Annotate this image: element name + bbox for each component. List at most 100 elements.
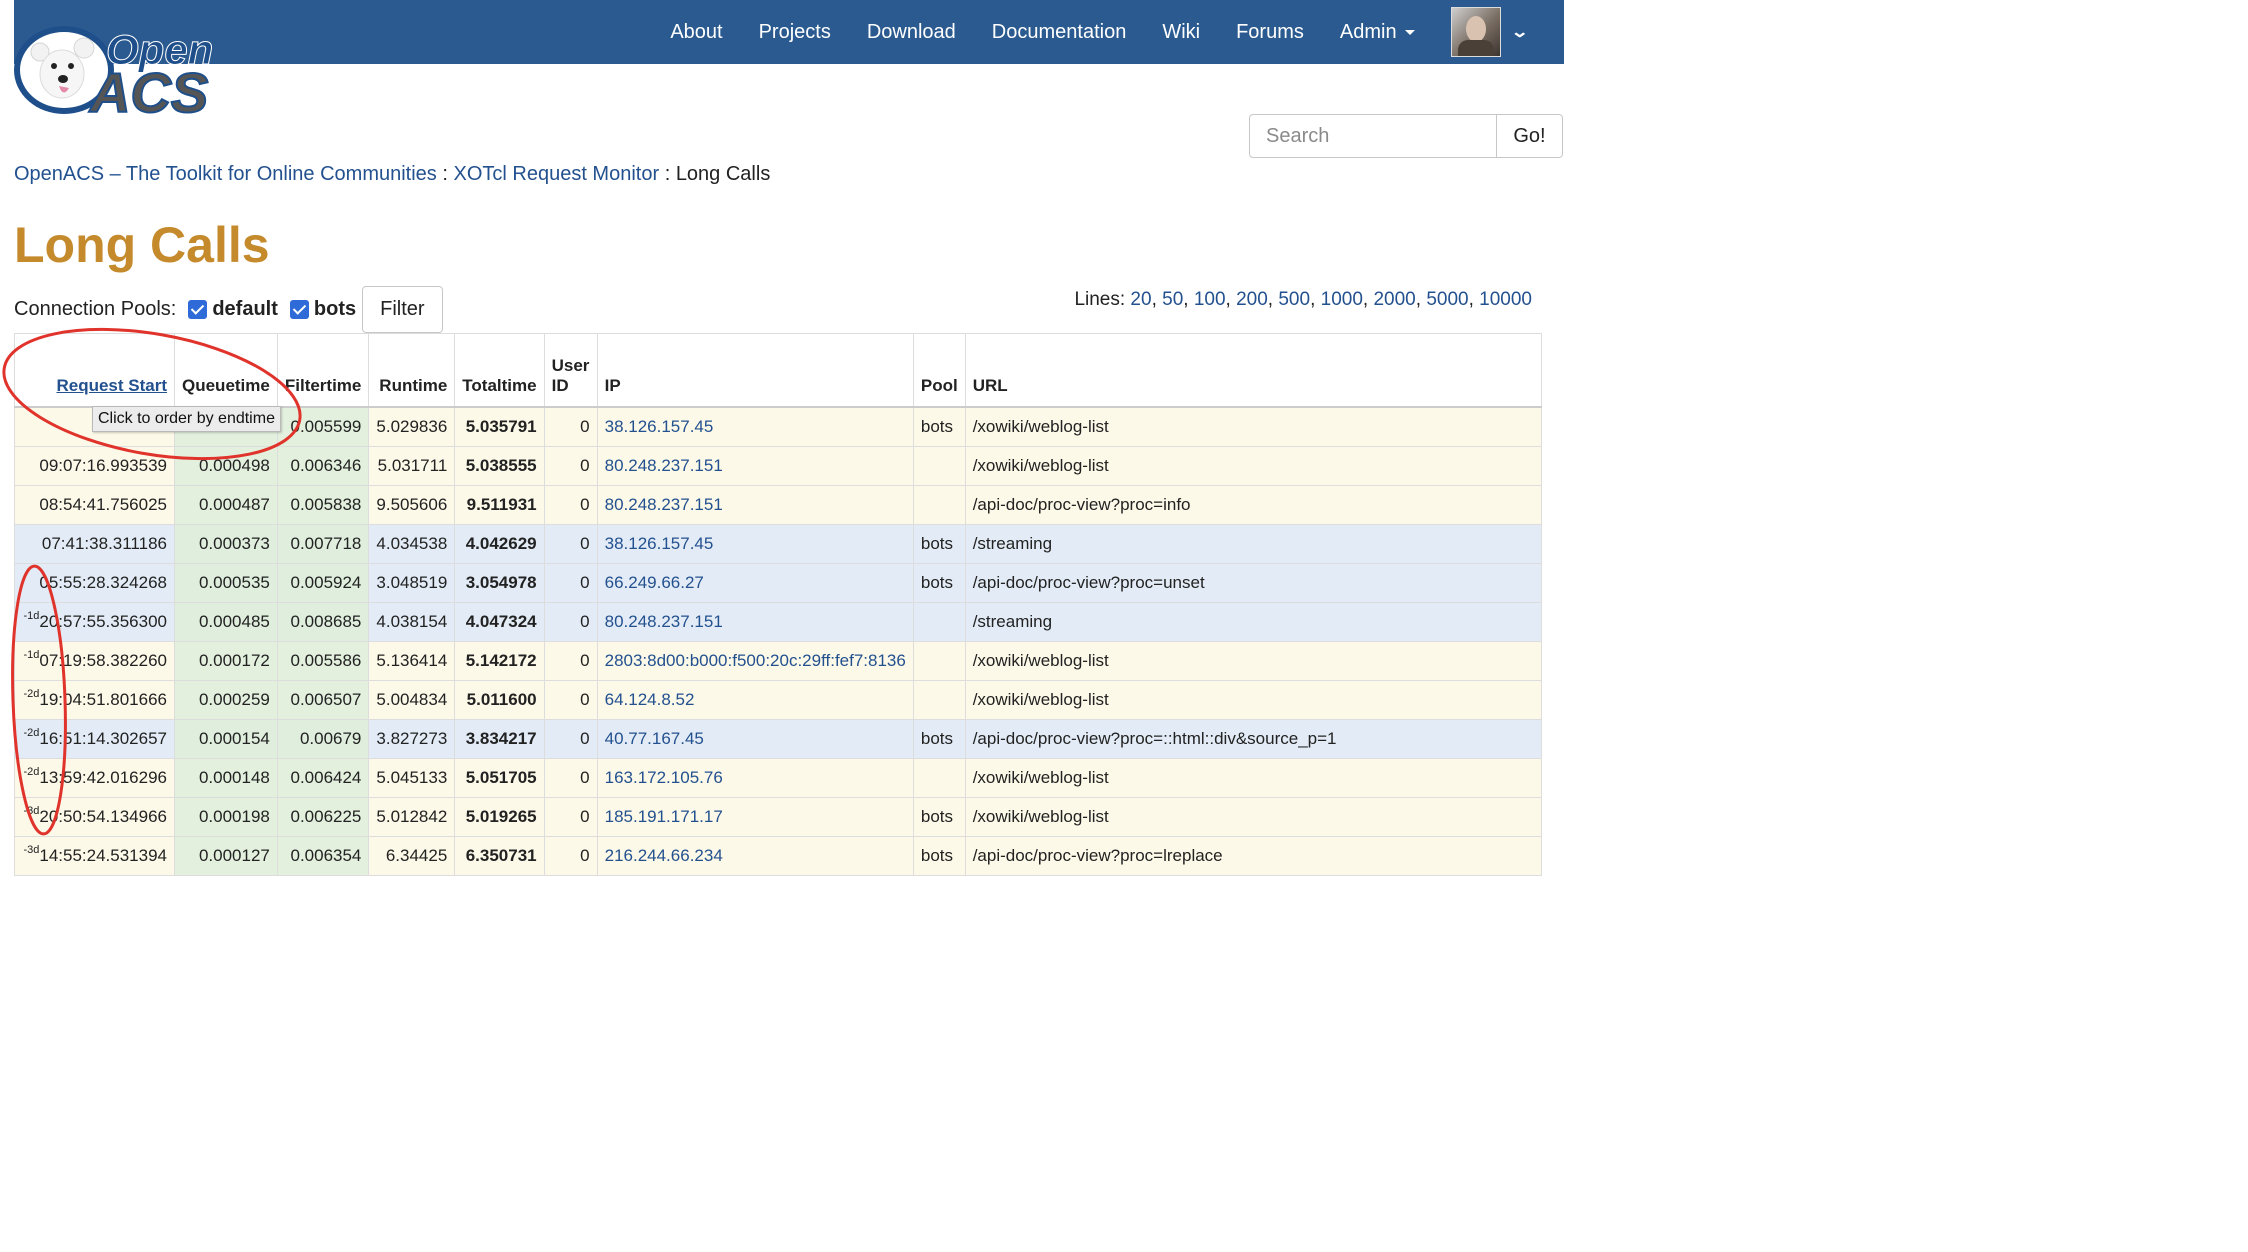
chevron-down-icon[interactable]: ⌄ bbox=[1510, 22, 1529, 42]
cell-queuetime: 0.000373 bbox=[174, 524, 278, 564]
cell-runtime: 5.004834 bbox=[368, 680, 456, 720]
pools-label: Connection Pools: bbox=[14, 297, 177, 320]
cell-filtertime: 0.006354 bbox=[276, 836, 370, 876]
cell-filtertime: 0.006507 bbox=[276, 680, 370, 720]
ip-link[interactable]: 40.77.167.45 bbox=[605, 729, 704, 748]
lines-option[interactable]: 10000 bbox=[1479, 289, 1532, 310]
cell-ip: 216.244.66.234 bbox=[596, 836, 914, 876]
cell-runtime: 9.505606 bbox=[368, 485, 456, 525]
request-start-time: 13:59:42.016296 bbox=[39, 768, 167, 787]
cell-runtime: 5.045133 bbox=[368, 758, 456, 798]
cell-url: /xowiki/weblog-list bbox=[964, 446, 1543, 486]
cell-request-start: -2d16:51:14.302657 bbox=[14, 719, 175, 759]
cell-queuetime: 0.000485 bbox=[174, 602, 278, 642]
cell-ip: 163.172.105.76 bbox=[596, 758, 914, 798]
cell-queuetime: 0.000498 bbox=[174, 446, 278, 486]
default-pool-label: default bbox=[212, 297, 278, 320]
cell-user-id: 0 bbox=[543, 680, 598, 720]
openacs-logo[interactable]: Open ACS bbox=[14, 22, 229, 117]
top-navbar: About Projects Download Documentation Wi… bbox=[14, 0, 1564, 64]
cell-user-id: 0 bbox=[543, 758, 598, 798]
cell-queuetime: 0.000535 bbox=[174, 563, 278, 603]
ip-link[interactable]: 216.244.66.234 bbox=[605, 846, 723, 865]
lines-option[interactable]: 2000 bbox=[1373, 289, 1415, 310]
search-input[interactable] bbox=[1249, 114, 1497, 158]
bots-pool-checkbox[interactable] bbox=[289, 299, 309, 319]
breadcrumb-current: Long Calls bbox=[675, 163, 771, 185]
cell-filtertime: 0.006346 bbox=[276, 446, 370, 486]
day-offset: -3d bbox=[23, 805, 40, 817]
cell-totaltime: 3.834217 bbox=[454, 719, 545, 759]
breadcrumb-request-monitor[interactable]: XOTcl Request Monitor bbox=[453, 163, 659, 185]
nav-admin-dropdown[interactable]: Admin bbox=[1340, 21, 1415, 44]
cell-runtime: 5.012842 bbox=[368, 797, 456, 837]
nav-forums[interactable]: Forums bbox=[1236, 21, 1304, 44]
ip-link[interactable]: 64.124.8.52 bbox=[605, 690, 695, 709]
nav-documentation[interactable]: Documentation bbox=[992, 21, 1127, 44]
ip-link[interactable]: 66.249.66.27 bbox=[605, 573, 704, 592]
cell-user-id: 0 bbox=[543, 719, 598, 759]
lines-option[interactable]: 500 bbox=[1278, 289, 1310, 310]
sort-request-start-link[interactable]: Request Start bbox=[56, 376, 167, 395]
cell-filtertime: 0.005838 bbox=[276, 485, 370, 525]
lines-option[interactable]: 50 bbox=[1162, 289, 1183, 310]
ip-link[interactable]: 163.172.105.76 bbox=[605, 768, 723, 787]
table-row: -3d20:50:54.134966 0.000198 0.006225 5.0128… bbox=[14, 797, 1543, 837]
ip-link[interactable]: 80.248.237.151 bbox=[605, 612, 723, 631]
request-start-time: 19:04:51.801666 bbox=[39, 690, 167, 709]
ip-link[interactable]: 2803:8d00:b000:f500:20c:29ff:fef7:8136 bbox=[605, 651, 906, 670]
cell-runtime: 5.029836 bbox=[368, 406, 456, 447]
request-start-time: 20:50:54.134966 bbox=[39, 807, 167, 826]
cell-user-id: 0 bbox=[543, 602, 598, 642]
ip-link[interactable]: 185.191.171.17 bbox=[605, 807, 723, 826]
cell-filtertime: 0.005586 bbox=[276, 641, 370, 681]
header-pool: Pool bbox=[912, 333, 966, 408]
cell-pool bbox=[912, 602, 966, 642]
page-title: Long Calls bbox=[14, 217, 270, 273]
nav-about[interactable]: About bbox=[670, 21, 722, 44]
cell-url: /api-doc/proc-view?proc=unset bbox=[964, 563, 1543, 603]
breadcrumb-openacs[interactable]: OpenACS – The Toolkit for Online Communi… bbox=[14, 163, 437, 185]
cell-ip: 185.191.171.17 bbox=[596, 797, 914, 837]
filter-button[interactable]: Filter bbox=[362, 285, 443, 333]
cell-ip: 40.77.167.45 bbox=[596, 719, 914, 759]
table-row: 09:07:16.993539 0.000498 0.006346 5.031711 5… bbox=[14, 446, 1543, 486]
nav-projects[interactable]: Projects bbox=[759, 21, 831, 44]
user-avatar[interactable] bbox=[1450, 7, 1501, 57]
nav-wiki[interactable]: Wiki bbox=[1162, 21, 1200, 44]
lines-option[interactable]: 5000 bbox=[1426, 289, 1468, 310]
lines-option[interactable]: 100 bbox=[1194, 289, 1226, 310]
cell-totaltime: 5.142172 bbox=[454, 641, 545, 681]
table-row: 08:54:41.756025 0.000487 0.005838 9.505606 9… bbox=[14, 485, 1543, 525]
breadcrumb-separator: : bbox=[442, 163, 448, 185]
lines-option[interactable]: 200 bbox=[1236, 289, 1268, 310]
cell-pool bbox=[912, 446, 966, 486]
cell-pool: bots bbox=[912, 524, 966, 564]
request-start-time: 08:54:41.756025 bbox=[39, 495, 167, 514]
cell-queuetime: 0.000148 bbox=[174, 758, 278, 798]
cell-ip: 64.124.8.52 bbox=[596, 680, 914, 720]
cell-pool: bots bbox=[912, 563, 966, 603]
header-totaltime: Totaltime bbox=[454, 333, 545, 408]
cell-pool bbox=[912, 758, 966, 798]
lines-option[interactable]: 20 bbox=[1130, 289, 1151, 310]
default-pool-checkbox[interactable] bbox=[188, 299, 208, 319]
cell-url: /xowiki/weblog-list bbox=[964, 406, 1543, 447]
ip-link[interactable]: 80.248.237.151 bbox=[605, 456, 723, 475]
cell-user-id: 0 bbox=[543, 641, 598, 681]
request-start-time: 07:41:38.311186 bbox=[41, 534, 167, 553]
request-start-time: 16:51:14.302657 bbox=[39, 729, 167, 748]
nav-download[interactable]: Download bbox=[867, 21, 956, 44]
cell-url: /streaming bbox=[964, 524, 1543, 564]
header-request-start[interactable]: Request Start bbox=[14, 333, 175, 408]
lines-option[interactable]: 1000 bbox=[1321, 289, 1363, 310]
lines-selector: Lines: 20, 50, 100, 200, 500, 1000, 2000… bbox=[1074, 289, 1532, 310]
cell-totaltime: 9.511931 bbox=[454, 485, 545, 525]
ip-link[interactable]: 80.248.237.151 bbox=[605, 495, 723, 514]
go-button[interactable]: Go! bbox=[1497, 114, 1563, 158]
cell-ip: 38.126.157.45 bbox=[596, 406, 914, 447]
cell-url: /api-doc/proc-view?proc=::html::div&sour… bbox=[964, 719, 1543, 759]
ip-link[interactable]: 38.126.157.45 bbox=[605, 534, 714, 553]
cell-filtertime: 0.005924 bbox=[276, 563, 370, 603]
ip-link[interactable]: 38.126.157.45 bbox=[605, 417, 714, 436]
